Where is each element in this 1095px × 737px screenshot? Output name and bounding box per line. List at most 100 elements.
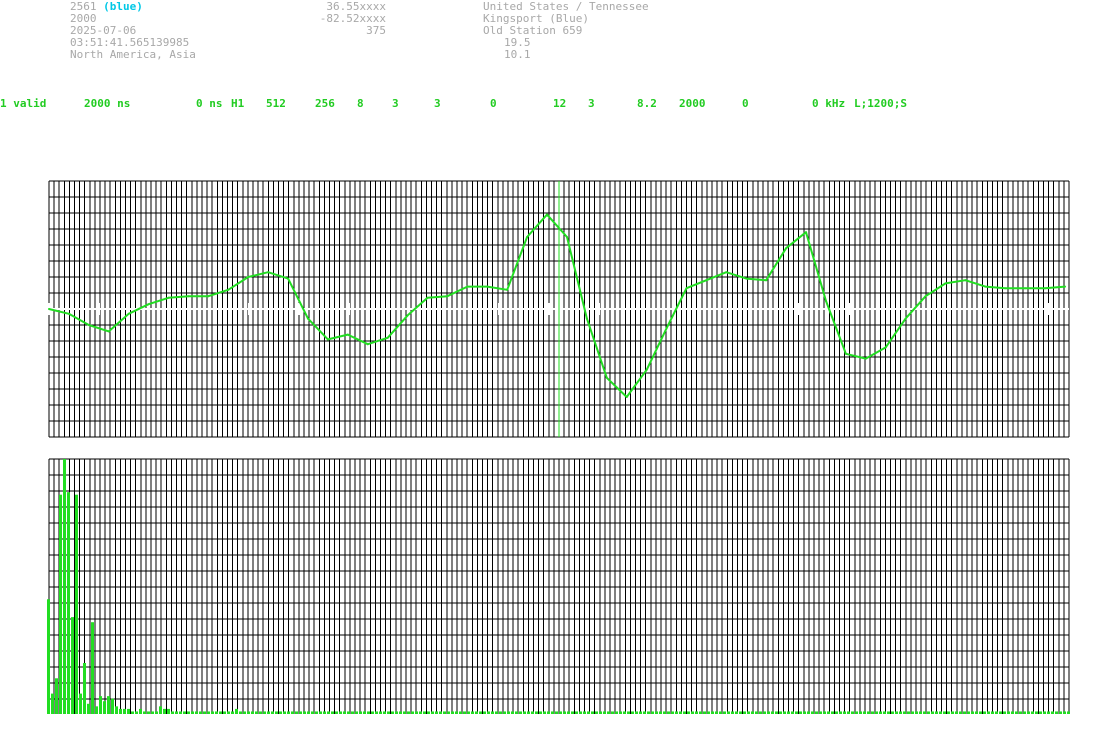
spectrum-bar — [175, 711, 178, 714]
spectrum-bar — [303, 711, 306, 714]
spectrum-bar — [463, 711, 466, 714]
waveform-point — [406, 314, 409, 317]
spectrum-bar — [827, 711, 830, 714]
waveform-point — [585, 317, 588, 320]
spectrum-bar — [795, 711, 798, 714]
spectrum-bar — [971, 711, 974, 714]
spectrum-bar — [691, 711, 694, 714]
spectrum-bar — [343, 711, 346, 714]
waveform-point — [426, 296, 429, 299]
spectrum-bar — [759, 711, 762, 714]
spectrum-bar — [1063, 711, 1066, 714]
spectrum-bar — [375, 711, 378, 714]
spectrum-bar — [647, 711, 650, 714]
spectrum-bar — [815, 711, 818, 714]
spectrum-bar — [1067, 711, 1070, 714]
spectrum-bar — [1051, 711, 1054, 714]
waveform-point — [565, 236, 568, 238]
spectrum-bar — [91, 622, 94, 714]
spectrum-bar — [895, 711, 898, 714]
spectrum-bar — [755, 711, 758, 714]
spectrum-bar — [263, 711, 266, 714]
spectrum-bar — [107, 696, 110, 714]
spectrum-bar — [143, 711, 146, 714]
waveform-point — [446, 295, 449, 298]
spectrum-bar — [919, 711, 922, 714]
spectrum-bar — [203, 711, 206, 714]
spectrum-bar — [471, 711, 474, 714]
spectrum-bar — [639, 711, 642, 714]
waveform-point — [685, 287, 688, 290]
waveform-point — [306, 317, 309, 320]
spectrum-bar — [547, 711, 550, 714]
spectrum-bar — [791, 711, 794, 714]
waveform-point — [506, 288, 509, 291]
spectrum-bar — [747, 711, 750, 714]
spectrum-bar — [319, 711, 322, 714]
spectrum-bar — [995, 711, 998, 714]
spectrum-bar — [399, 711, 402, 714]
spectrum-bar — [843, 711, 846, 714]
spectrum-bar — [627, 711, 630, 714]
spectrum-bar — [199, 711, 202, 714]
spectrum-bar — [323, 711, 326, 714]
spectrum-bar — [887, 711, 890, 714]
spectrum-bar — [331, 711, 334, 714]
spectrum-bar — [359, 711, 362, 714]
waveform-point — [207, 295, 210, 298]
spectrum-bar — [95, 706, 98, 714]
spectrum-bar — [439, 711, 442, 714]
waveform-point — [705, 279, 708, 282]
spectrum-bar — [571, 711, 574, 714]
spectrum-bar — [539, 711, 542, 714]
spectrum-bar — [403, 711, 406, 714]
waveform-point — [824, 300, 827, 302]
spectrum-bar — [415, 711, 418, 714]
waveform-point — [366, 343, 369, 346]
spectrum-bar — [195, 711, 198, 714]
spectrum-bar — [999, 711, 1002, 714]
spectrum-bar — [551, 711, 554, 714]
spectrum-bar — [803, 711, 806, 714]
spectrum-bar — [1007, 711, 1010, 714]
spectrum-bar — [967, 711, 970, 714]
spectrum-bar — [171, 711, 174, 714]
waveform-point — [725, 271, 728, 274]
spectrum-bar — [899, 711, 902, 714]
spectrum-bar — [511, 711, 514, 714]
spectrum-bar — [567, 711, 570, 714]
spectrum-bar — [599, 711, 602, 714]
spectrum-bar — [207, 711, 210, 714]
spectrum-bar — [903, 711, 906, 714]
waveform-point — [645, 368, 648, 371]
waveform-point — [486, 285, 489, 288]
spectrum-bar — [583, 711, 586, 714]
spectrum-bar — [771, 711, 774, 714]
spectrum-bar — [831, 711, 834, 714]
spectrum-bar — [923, 711, 926, 714]
spectrum-bar — [267, 711, 270, 714]
spectrum-bar — [83, 663, 86, 714]
spectrum-bar — [711, 711, 714, 714]
waveform-point — [864, 357, 867, 360]
spectrum-bar — [239, 711, 242, 714]
waveform-point — [127, 312, 130, 315]
waveform-point — [247, 276, 250, 278]
waveform-point — [267, 271, 270, 274]
spectrum-bar — [1059, 711, 1062, 714]
spectrum-bar — [407, 711, 410, 714]
spectrum-bar — [875, 711, 878, 714]
waveform-point — [924, 295, 927, 298]
spectrum-bar — [307, 711, 310, 714]
waveform-point — [1004, 287, 1007, 290]
spectrum-bar — [915, 711, 918, 714]
spectrum-bar — [883, 711, 886, 714]
spectrum-bar — [687, 711, 690, 714]
spectrum-bar — [867, 711, 870, 714]
spectrum-grid — [48, 458, 1070, 714]
spectrum-bar — [863, 711, 866, 714]
spectrum-bar — [931, 711, 934, 714]
spectrum-bar — [675, 711, 678, 714]
spectrum-bar — [431, 711, 434, 714]
spectrum-bar — [131, 711, 134, 714]
